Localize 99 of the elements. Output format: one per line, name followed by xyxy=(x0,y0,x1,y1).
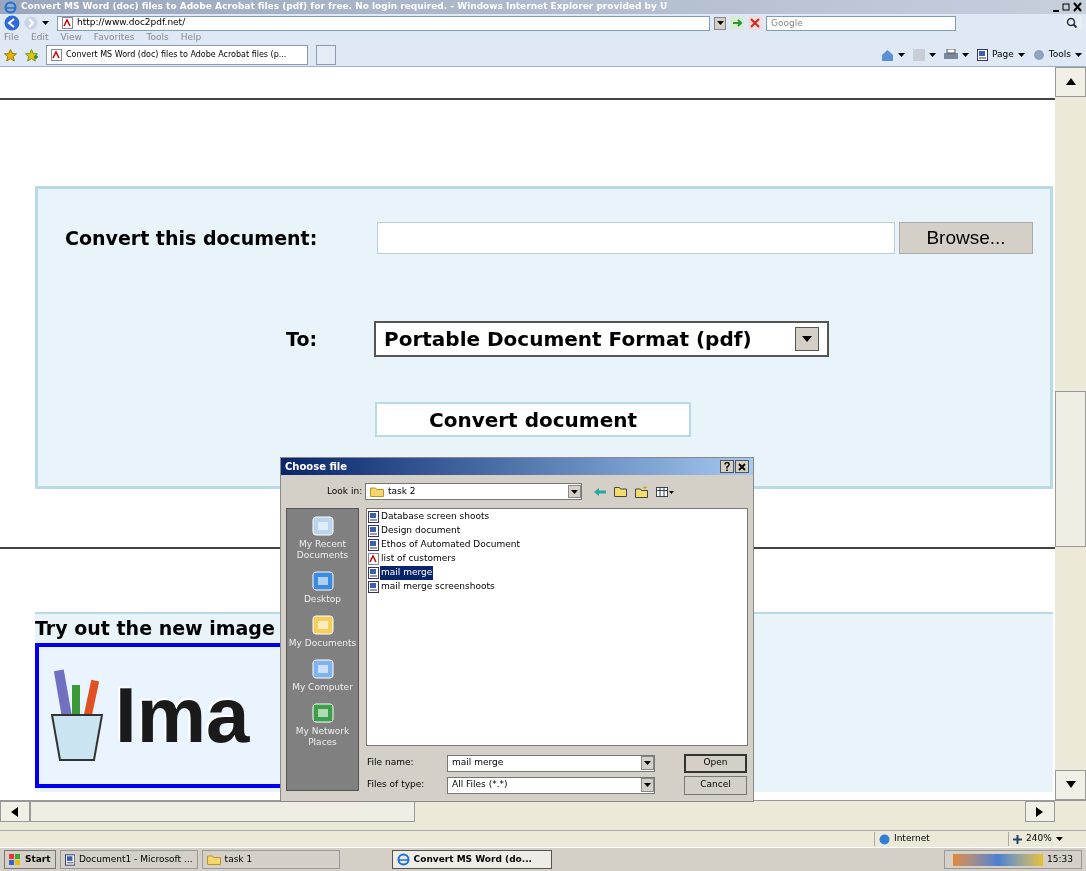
window-title: Convert MS Word (doc) files to Adobe Acrobat files (pdf) for free. No login required. - Windows Internet Explorer provided by U xyxy=(21,0,669,14)
place-item[interactable]: My Documents xyxy=(287,612,358,651)
place-item[interactable]: My Computer xyxy=(287,656,358,695)
close-icon xyxy=(738,462,746,471)
zoom-level[interactable]: 240% xyxy=(1008,832,1082,846)
dropdown-arrow-icon xyxy=(644,783,651,787)
scroll-right-button[interactable] xyxy=(1025,801,1055,822)
document-entry[interactable]: mail merge screenshoots xyxy=(368,580,746,594)
document-entry[interactable]: list of customers xyxy=(368,552,746,566)
scroll-left-button[interactable] xyxy=(0,801,30,822)
place-icon xyxy=(309,658,336,682)
up-folder-icon[interactable] xyxy=(614,486,627,497)
file-path-field[interactable] xyxy=(377,222,895,254)
up-arrow-icon xyxy=(1065,77,1076,87)
home-icon[interactable] xyxy=(881,49,895,61)
stop-icon[interactable] xyxy=(748,16,762,30)
taskbar-item[interactable]: Document1 - Microsoft ... xyxy=(59,850,198,869)
place-icon xyxy=(309,570,336,594)
scroll-down-button[interactable] xyxy=(1055,770,1086,800)
file-type-select[interactable]: All Files (*.*) xyxy=(447,776,655,794)
close-button[interactable] xyxy=(735,460,749,473)
dialog-title: Choose file xyxy=(285,460,349,474)
address-dropdown[interactable] xyxy=(714,16,726,30)
to-label: To: xyxy=(286,326,319,352)
back-arrow-icon[interactable] xyxy=(594,486,606,497)
pdf-file-icon xyxy=(51,49,62,61)
new-tab-button[interactable] xyxy=(316,45,336,65)
document-file-icon xyxy=(977,49,989,61)
dropdown-arrow-icon xyxy=(571,489,578,494)
convert-label: Convert this document: xyxy=(65,225,319,251)
file-type-label: Files of type: xyxy=(367,778,426,792)
place-item[interactable]: Desktop xyxy=(287,568,358,607)
folder-icon xyxy=(370,486,384,497)
place-icon xyxy=(309,515,336,539)
document-entry[interactable]: Design document xyxy=(368,524,746,538)
new-folder-icon[interactable] xyxy=(635,485,648,498)
browse-button[interactable]: Browse... xyxy=(899,222,1033,254)
place-icon xyxy=(309,614,336,638)
folder-icon xyxy=(206,854,221,865)
browser-tab[interactable]: Convert MS Word (doc) files to Adobe Acrobat files (p... xyxy=(46,45,308,65)
dropdown-arrow-icon xyxy=(716,21,724,25)
document-entry[interactable]: mail merge xyxy=(368,566,746,580)
dropdown-arrow-icon xyxy=(898,53,906,57)
place-item[interactable]: My Recent Documents xyxy=(287,513,358,563)
place-icon xyxy=(309,702,336,726)
internet-zone: Internet xyxy=(874,832,1004,846)
look-in-label: Look in: xyxy=(327,484,364,498)
tools-menu[interactable]: Tools xyxy=(1032,48,1071,62)
scroll-thumb[interactable] xyxy=(30,801,415,822)
dropdown-arrow-icon xyxy=(1075,53,1082,57)
horizontal-scrollbar[interactable] xyxy=(0,800,1086,822)
windows-logo-icon xyxy=(9,854,21,865)
taskbar-item[interactable]: task 1 xyxy=(201,850,340,869)
scroll-up-button[interactable] xyxy=(1055,67,1086,97)
zoom-icon xyxy=(1013,834,1022,844)
dropdown-arrow-icon xyxy=(802,336,812,342)
browser-icon xyxy=(396,853,410,866)
open-button[interactable]: Open xyxy=(684,753,747,773)
help-icon xyxy=(724,462,730,471)
dropdown-arrow-icon xyxy=(929,53,937,57)
tray-icons[interactable] xyxy=(953,853,1044,866)
address-field[interactable]: http://www.doc2pdf.net/ xyxy=(57,15,710,31)
scroll-thumb[interactable] xyxy=(1055,391,1086,547)
format-select[interactable]: Portable Document Format (pdf) xyxy=(374,321,829,357)
file-name-label: File name: xyxy=(367,756,415,770)
document-entry[interactable]: Ethos of Automated Document xyxy=(368,538,746,552)
add-favorite-star-icon[interactable] xyxy=(25,48,38,62)
promo-title: Try out the new image xyxy=(35,616,275,641)
clock: 15:33 xyxy=(1047,852,1073,866)
view-menu-icon[interactable] xyxy=(656,486,674,497)
help-button[interactable] xyxy=(720,460,734,473)
dropdown-arrow-icon xyxy=(644,761,651,765)
taskbar-item[interactable]: Convert MS Word (do... xyxy=(391,850,552,869)
start-button[interactable]: Start xyxy=(4,850,56,869)
search-icon[interactable] xyxy=(1064,16,1082,30)
back-icon[interactable] xyxy=(4,15,20,31)
window-controls-icon[interactable] xyxy=(1052,2,1082,12)
vertical-scrollbar[interactable] xyxy=(1055,67,1086,800)
banner-text: Ima xyxy=(115,676,250,754)
right-arrow-icon xyxy=(1035,806,1045,817)
dropdown-arrow-icon xyxy=(42,21,49,25)
file-name-field[interactable]: mail merge xyxy=(447,754,655,772)
dropdown-arrow-icon xyxy=(1017,53,1025,57)
down-arrow-icon xyxy=(1065,780,1076,790)
pdf-file-icon xyxy=(62,17,73,29)
look-in-select[interactable]: task 2 xyxy=(365,483,582,500)
convert-button[interactable]: Convert document xyxy=(375,402,691,437)
browser-icon xyxy=(4,0,17,14)
page-menu[interactable]: Page xyxy=(977,48,1014,62)
favorites-star-icon[interactable] xyxy=(4,48,17,62)
search-field[interactable]: Google xyxy=(766,15,956,31)
dropdown-arrow-icon xyxy=(962,53,970,57)
left-arrow-icon xyxy=(10,806,20,817)
place-item[interactable]: My Network Places xyxy=(287,700,358,750)
dropdown-arrow-icon xyxy=(1055,837,1063,841)
cancel-button[interactable]: Cancel xyxy=(684,775,747,795)
printer-icon[interactable] xyxy=(944,49,959,61)
document-entry[interactable]: Database screen shoots xyxy=(368,510,746,524)
document-file-icon xyxy=(64,853,75,866)
